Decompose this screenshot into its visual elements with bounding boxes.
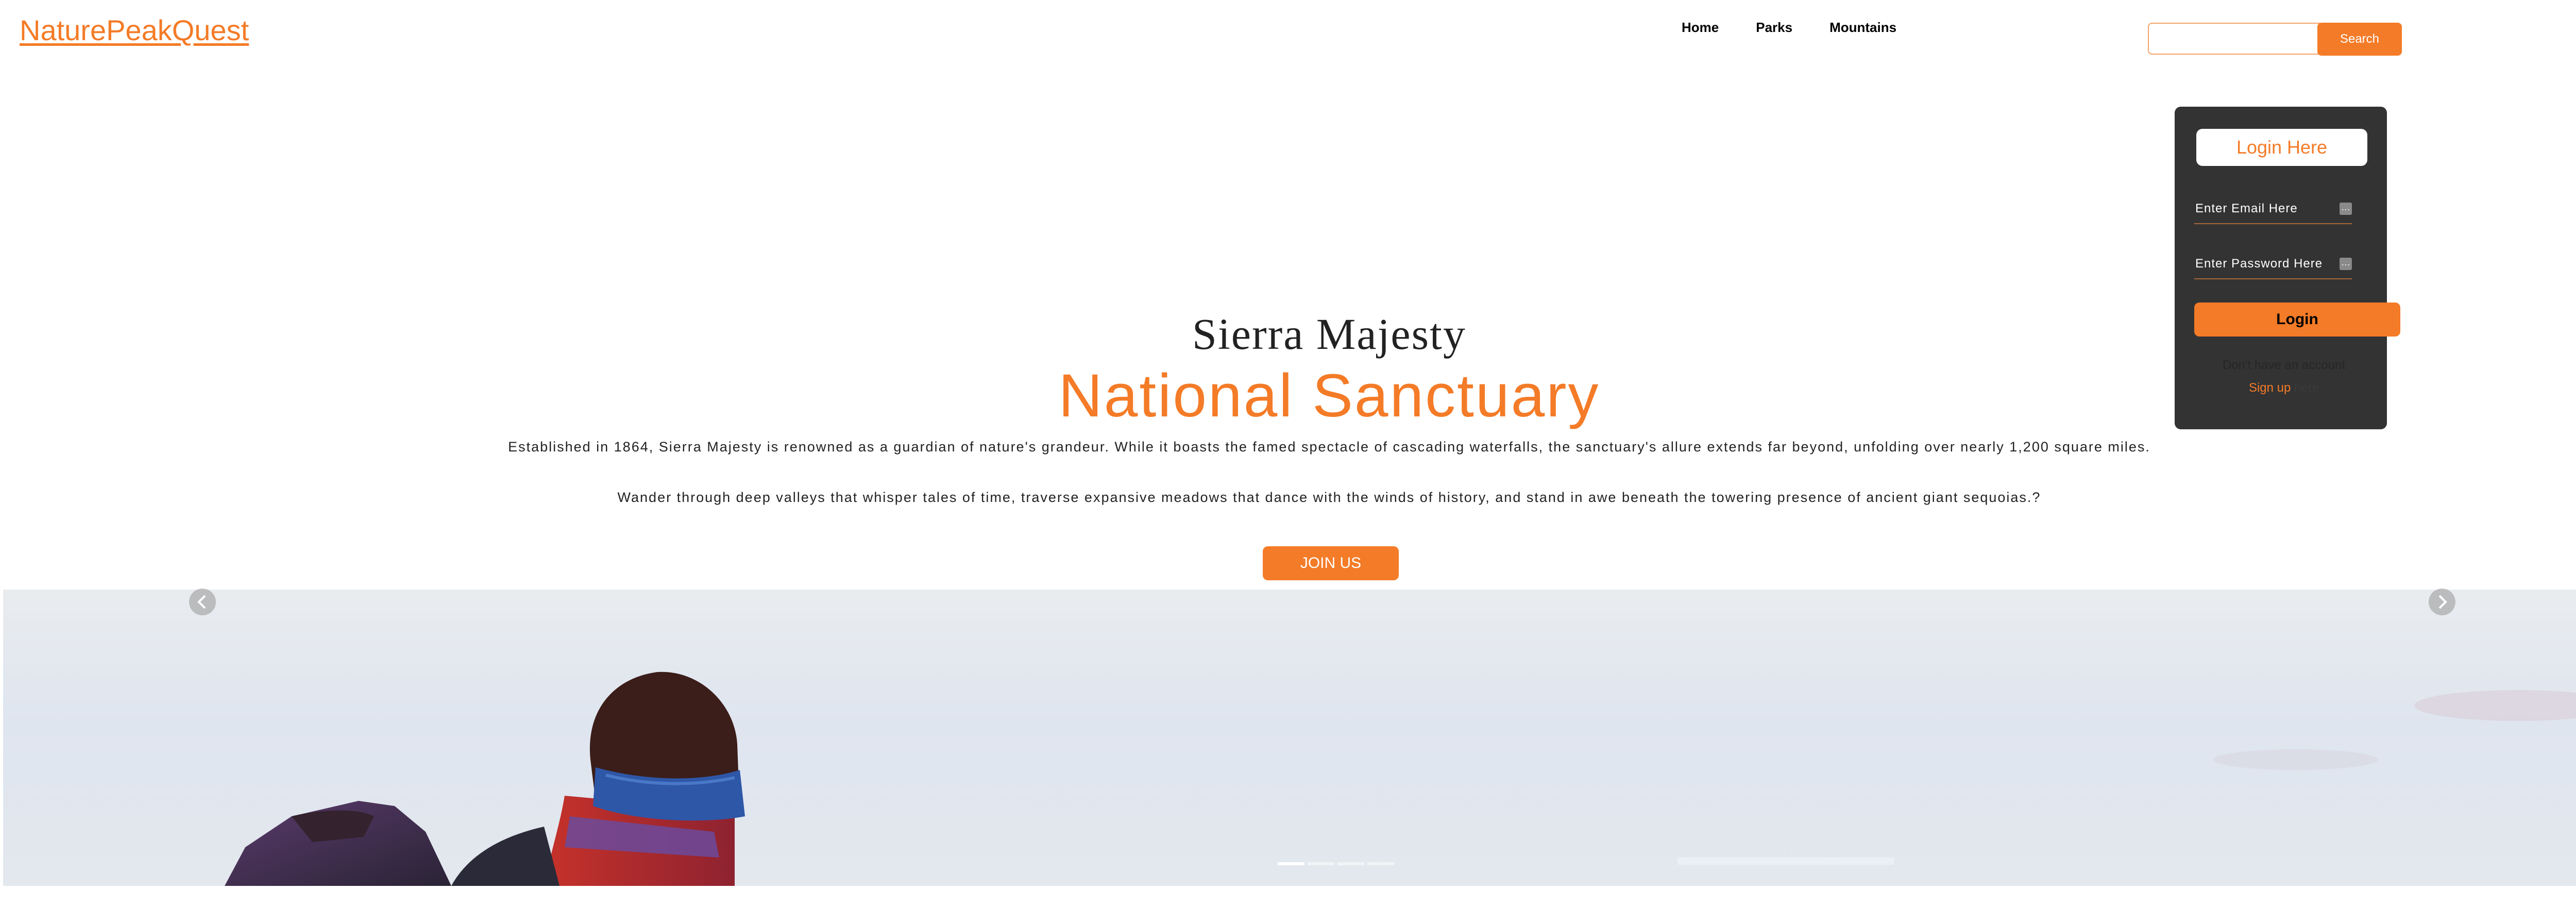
nav-mountains[interactable]: Mountains <box>1829 20 1896 36</box>
signup-link[interactable]: Sign up <box>2249 381 2291 395</box>
carousel-indicator-2[interactable] <box>1308 862 1334 865</box>
join-us-button[interactable]: JOIN US <box>1263 546 1399 580</box>
search-button[interactable]: Search <box>2317 23 2402 56</box>
page: NaturePeakQuest Home Parks Mountains Sea… <box>3 0 2576 923</box>
site-logo-link[interactable]: NaturePeakQuest <box>20 13 249 47</box>
signup-prompt: Don't have an account Sign up here <box>2207 354 2361 399</box>
nav-parks[interactable]: Parks <box>1756 20 1792 36</box>
hero-carousel <box>3 590 2576 886</box>
carousel-indicator-1[interactable] <box>1278 862 1304 865</box>
chevron-right-icon <box>2438 595 2447 609</box>
password-field[interactable]: Enter Password Here … <box>2194 250 2352 279</box>
login-panel: Login Here Enter Email Here … Enter Pass… <box>2175 107 2400 429</box>
carousel-next-button[interactable] <box>2429 589 2455 615</box>
email-field-text: Enter Email Here <box>2195 202 2298 215</box>
hiker-in-snow-photo <box>225 672 2576 886</box>
main-nav: Home Parks Mountains <box>1682 20 1934 36</box>
search-input[interactable] <box>2148 23 2323 55</box>
hero-paragraph-2: Wander through deep valleys that whisper… <box>617 490 2041 505</box>
hero-paragraph-1: Established in 1864, Sierra Majesty is r… <box>508 439 2150 455</box>
chevron-left-icon <box>197 595 206 609</box>
password-manager-icon[interactable]: … <box>2340 258 2352 270</box>
login-button[interactable]: Login <box>2194 303 2400 337</box>
carousel-indicator-4[interactable] <box>1367 862 1394 865</box>
password-field-text: Enter Password Here <box>2195 257 2323 271</box>
signup-prompt-text: Don't have an account <box>2222 358 2346 372</box>
signup-after-text: here <box>2294 381 2319 395</box>
carousel-indicator-3[interactable] <box>1337 862 1364 865</box>
password-manager-icon[interactable]: … <box>2340 203 2352 215</box>
login-title: Login Here <box>2196 129 2367 166</box>
email-field[interactable]: Enter Email Here … <box>2194 195 2352 224</box>
carousel-prev-button[interactable] <box>189 589 216 615</box>
nav-home[interactable]: Home <box>1682 20 1719 36</box>
carousel-indicators <box>1278 862 1397 865</box>
